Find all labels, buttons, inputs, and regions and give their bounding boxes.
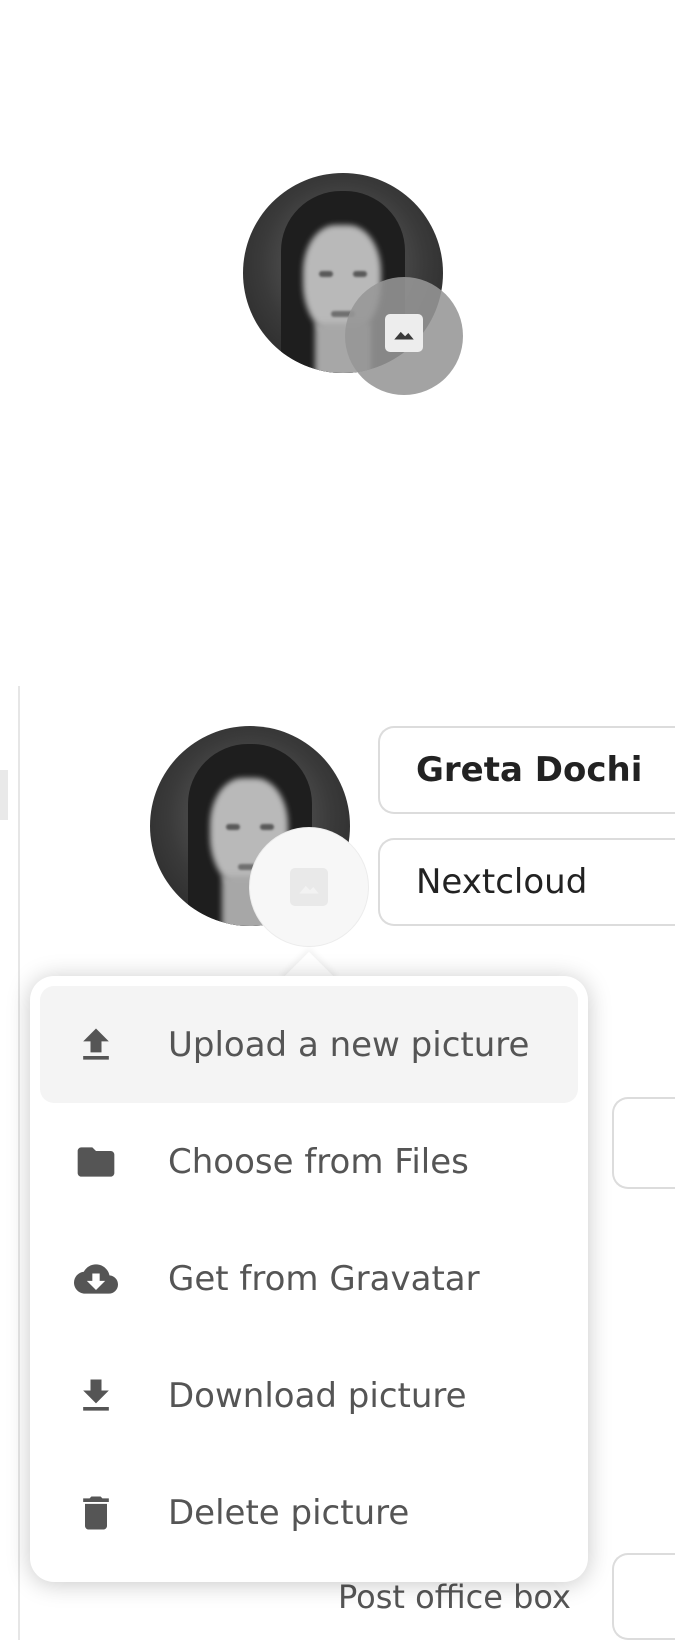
display-name-value: Greta Dochi	[416, 750, 643, 790]
page: Greta Dochi Nextcloud Post office box Up…	[0, 0, 675, 1640]
image-icon	[385, 314, 423, 352]
trash-icon	[70, 1487, 122, 1539]
image-icon	[290, 868, 328, 906]
section-divider	[18, 686, 20, 1640]
folder-icon	[70, 1136, 122, 1188]
menu-item-get-from-gravatar[interactable]: Get from Gravatar	[40, 1220, 578, 1337]
cloud-download-icon	[70, 1253, 122, 1305]
menu-item-label: Get from Gravatar	[168, 1258, 480, 1299]
divider-stub	[0, 770, 8, 820]
menu-item-delete-picture[interactable]: Delete picture	[40, 1454, 578, 1571]
text-field[interactable]	[612, 1097, 675, 1189]
upload-icon	[70, 1019, 122, 1071]
menu-item-download-picture[interactable]: Download picture	[40, 1337, 578, 1454]
menu-item-label: Upload a new picture	[168, 1024, 530, 1065]
display-name-field[interactable]: Greta Dochi	[378, 726, 675, 814]
avatar-actions-menu: Upload a new picture Choose from Files G…	[30, 976, 588, 1582]
download-icon	[70, 1370, 122, 1422]
organisation-field[interactable]: Nextcloud	[378, 838, 675, 926]
menu-item-choose-from-files[interactable]: Choose from Files	[40, 1103, 578, 1220]
avatar-preview-badge[interactable]	[345, 277, 463, 395]
post-office-box-field[interactable]	[612, 1553, 675, 1640]
menu-item-label: Choose from Files	[168, 1141, 469, 1182]
organisation-value: Nextcloud	[416, 862, 588, 902]
menu-item-label: Delete picture	[168, 1492, 410, 1533]
avatar-edit-button[interactable]	[250, 828, 368, 946]
post-office-box-label: Post office box	[338, 1578, 571, 1616]
menu-item-label: Download picture	[168, 1375, 467, 1416]
menu-item-upload-picture[interactable]: Upload a new picture	[40, 986, 578, 1103]
